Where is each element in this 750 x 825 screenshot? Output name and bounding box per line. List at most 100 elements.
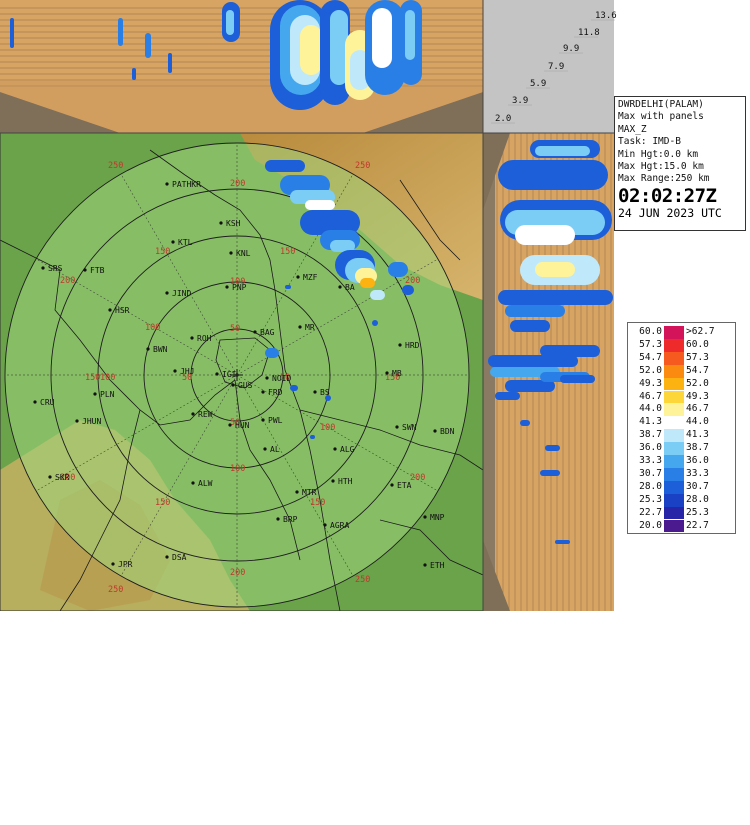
height-scale-label: 9.9 (563, 44, 579, 54)
legend-row: 52.0 54.7 (631, 364, 713, 378)
place-name: HTH (338, 477, 353, 486)
range-ring-label: 200 (230, 568, 245, 578)
place-name: BWN (153, 345, 168, 354)
place-name: PLN (100, 390, 115, 399)
legend-row: 38.7 41.3 (631, 429, 713, 443)
legend-row: 57.3 60.0 (631, 338, 713, 352)
range-ring-label: 100 (145, 323, 160, 333)
legend-low-value: 44.0 (639, 403, 662, 415)
legend-low-value: 22.7 (639, 506, 662, 518)
legend-high-value: 57.3 (686, 351, 709, 363)
place-name: ALW (198, 479, 213, 488)
legend-color-swatch (664, 377, 684, 391)
range-ring-label: 150 (85, 373, 100, 383)
task-name: Task: IMD-B (618, 136, 681, 148)
place-name: BDN (440, 427, 455, 436)
legend-row: 54.7 57.3 (631, 351, 713, 365)
place-name: HRD (405, 341, 420, 350)
place-name: SWN (402, 423, 417, 432)
place-name: BAG (260, 328, 275, 337)
range-ring-label: 100 (230, 464, 245, 474)
height-scale-label: 3.9 (512, 96, 528, 106)
station-info-box: DWRDELHI(PALAM) Max with panels MAX_Z Ta… (614, 96, 746, 231)
legend-high-value: 38.7 (686, 442, 709, 454)
top-section-panel (0, 0, 483, 133)
legend-color-swatch (664, 519, 684, 533)
place-name: DSA (172, 553, 187, 562)
range-ring-label: 150 (280, 247, 295, 257)
place-name: PNP (232, 283, 247, 292)
place-name: MTR (302, 488, 317, 497)
place-name: BA (345, 283, 355, 292)
place-name: NOID (272, 374, 291, 383)
legend-color-swatch (664, 326, 684, 339)
place-name: JPR (118, 560, 133, 569)
place-name: AL (270, 445, 280, 454)
range-ring-label: 250 (355, 161, 370, 171)
legend-color-swatch (664, 442, 684, 455)
legend-row: 44.0 46.7 (631, 403, 713, 417)
legend-color-swatch (664, 364, 684, 378)
place-name: GUS (238, 381, 253, 390)
place-name: MR (305, 323, 315, 332)
place-name: ALG (340, 445, 355, 454)
legend-color-swatch (664, 416, 684, 430)
max-height: Max Hgt:15.0 km (618, 161, 704, 173)
legend-low-value: 57.3 (639, 338, 662, 350)
legend-low-value: 36.0 (639, 442, 662, 454)
legend-row: 46.7 49.3 (631, 390, 713, 404)
min-height: Min Hgt:0.0 km (618, 148, 699, 160)
place-name: PATHKR (172, 180, 201, 189)
place-name: KNL (236, 249, 251, 258)
legend-color-swatch (664, 455, 684, 468)
range-ring-label: 50 (230, 324, 240, 334)
place-name: ETH (430, 561, 445, 570)
legend-color-swatch (664, 390, 684, 404)
legend-low-value: 20.0 (639, 519, 662, 531)
legend-high-value: 36.0 (686, 455, 709, 466)
legend-high-value: 52.0 (686, 377, 709, 389)
scan-time: 02:02:27Z (618, 184, 717, 207)
product-mode: Max with panels (618, 111, 704, 123)
legend-color-swatch (664, 338, 684, 352)
place-name: ROH (197, 334, 212, 343)
height-scale-label: 2.0 (495, 114, 511, 124)
place-name: KTL (178, 238, 193, 247)
legend-low-value: 54.7 (639, 351, 662, 363)
range-ring-label: 150 (310, 498, 325, 508)
height-scale-label: 11.8 (578, 28, 600, 38)
place-name: KSH (226, 219, 241, 228)
place-name: FTB (90, 266, 105, 275)
legend-color-swatch (664, 429, 684, 443)
legend-row: 30.7 33.3 (631, 467, 713, 481)
legend-row: 20.0 22.7 (631, 519, 713, 533)
legend-row: 28.0 30.7 (631, 480, 713, 494)
legend-low-value: 41.3 (639, 416, 662, 428)
legend-low-value: 46.7 (639, 390, 662, 402)
place-name: BRP (283, 515, 298, 524)
legend-high-value: 30.7 (686, 480, 709, 492)
place-name: PWL (268, 416, 283, 425)
legend-row: 41.3 44.0 (631, 416, 713, 430)
range-ring-label: 100 (100, 373, 115, 383)
range-ring-label: 150 (155, 498, 170, 508)
legend-row: 49.3 52.0 (631, 377, 713, 391)
legend-high-value: 22.7 (686, 519, 709, 531)
height-scale-panel: 13.6 11.8 9.9 7.95.93.92.0 (483, 0, 617, 133)
place-name: ETA (397, 481, 412, 490)
legend-high-value: 46.7 (686, 403, 709, 415)
range-ring-label: 250 (108, 585, 123, 595)
right-section-panel (483, 133, 614, 611)
range-ring-label: 100 (320, 423, 335, 433)
range-ring-label: 150 (155, 247, 170, 257)
legend-high-value: 44.0 (686, 416, 709, 428)
legend-high-value: >62.7 (686, 326, 715, 337)
legend-high-value: 25.3 (686, 506, 709, 518)
legend-low-value: 49.3 (639, 377, 662, 389)
legend-color-swatch (664, 506, 684, 520)
height-scale-label: 5.9 (530, 79, 546, 89)
legend-row: 33.3 36.0 (631, 455, 713, 468)
place-name: MB (392, 369, 402, 378)
legend-color-swatch (664, 467, 684, 481)
place-name: AGRA (330, 521, 349, 530)
